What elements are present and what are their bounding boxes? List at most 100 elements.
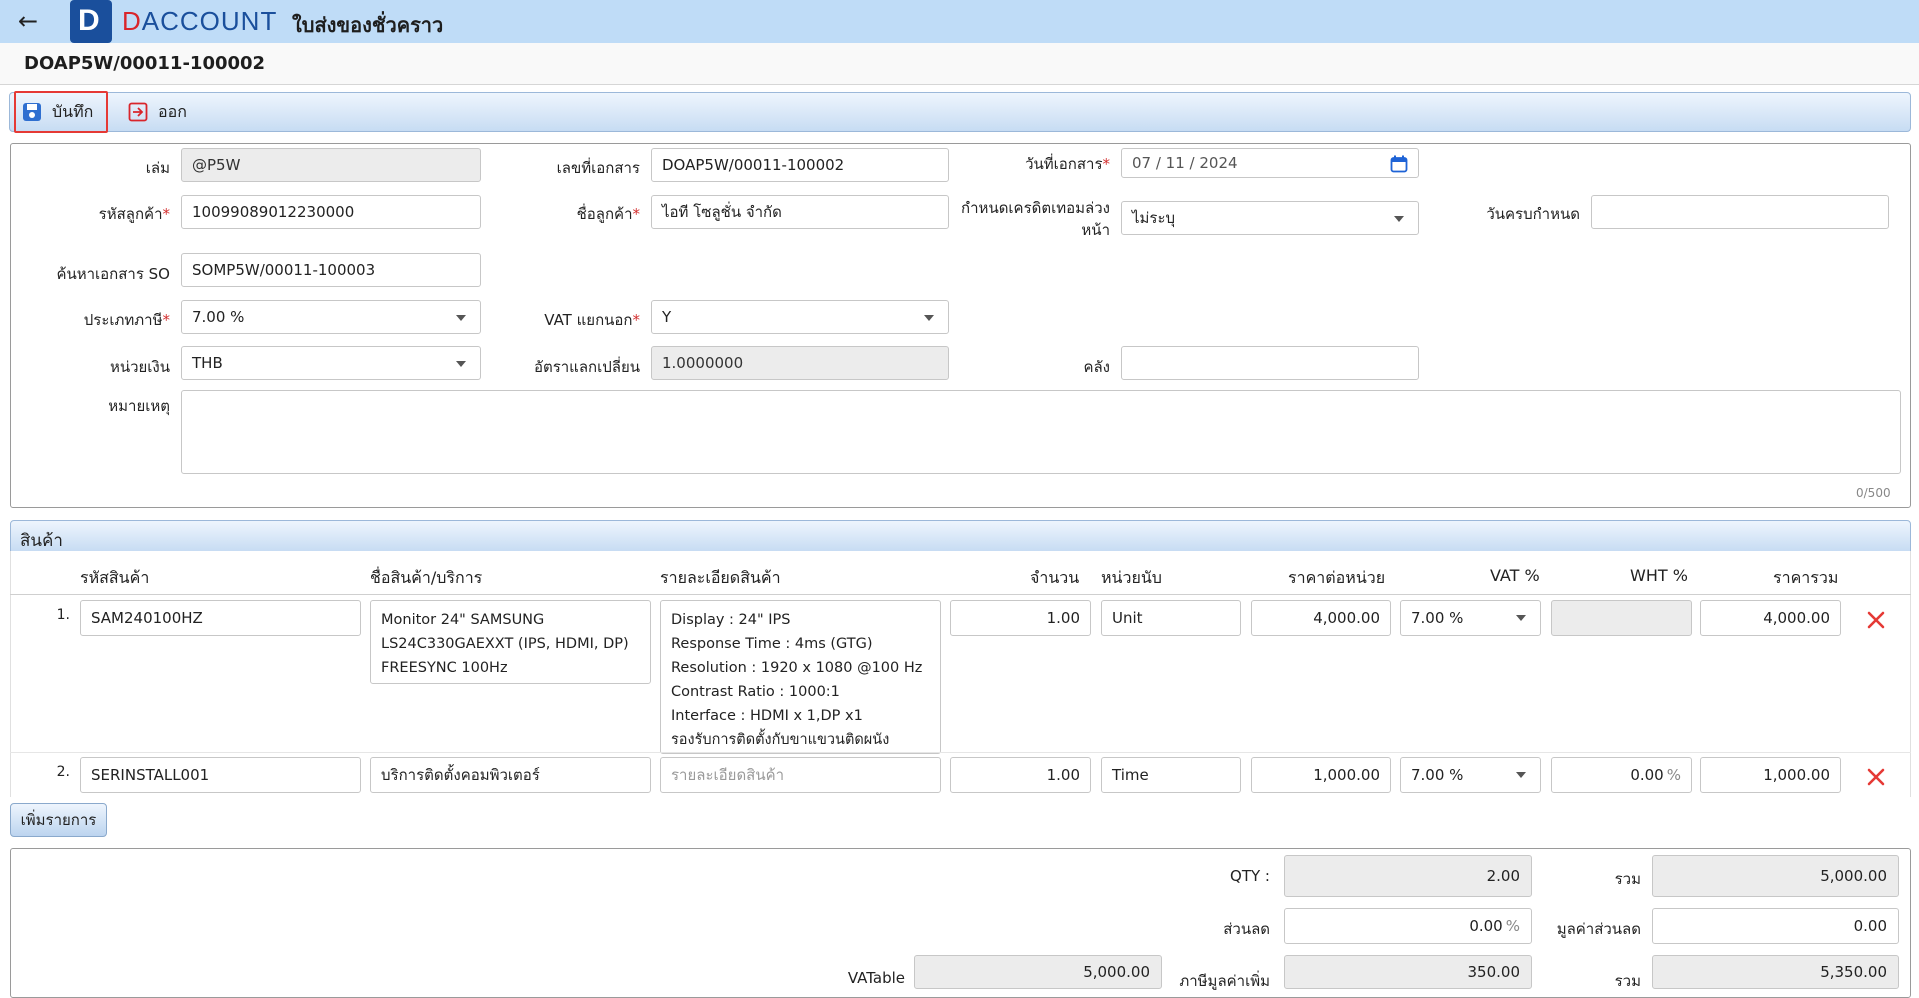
- column-header-unit: หน่วยนับ: [1101, 568, 1162, 587]
- customer-name-field[interactable]: ไอที โซลูชั่น จำกัด: [651, 195, 949, 229]
- vat-separate-label: VAT แยกนอก*: [544, 311, 640, 329]
- unit-price-input[interactable]: 1,000.00: [1251, 757, 1391, 793]
- brand-name: DACCOUNT: [122, 6, 278, 36]
- delete-row-icon[interactable]: [1866, 767, 1886, 787]
- doc-number-label: เลขที่เอกสาร: [556, 159, 640, 177]
- column-header-name: ชื่อสินค้า/บริการ: [370, 568, 483, 587]
- product-detail-line: Resolution : 1920 x 1080 @100 Hz: [671, 660, 923, 676]
- top-bar: [0, 0, 1919, 43]
- vat-select[interactable]: 7.00 %: [1400, 600, 1541, 636]
- column-header-unit-price: ราคาต่อหน่วย: [1288, 568, 1386, 587]
- doc-date-label: วันที่เอกสาร*: [1025, 155, 1110, 173]
- wht-input[interactable]: 0.00%: [1551, 757, 1692, 793]
- currency-select[interactable]: THB: [181, 346, 481, 380]
- qty-total-field[interactable]: 2.00: [1284, 855, 1532, 897]
- credit-term-select[interactable]: ไม่ระบุ: [1121, 201, 1419, 235]
- column-header-wht: WHT %: [1630, 566, 1688, 585]
- column-header-vat: VAT %: [1490, 566, 1540, 585]
- back-arrow-icon[interactable]: ←: [12, 6, 44, 38]
- vat-separate-value: Y: [662, 308, 672, 326]
- products-section-title: สินค้า: [20, 531, 63, 551]
- exchange-rate-field[interactable]: 1.0000000: [651, 346, 949, 380]
- product-detail-line: Display : 24" IPS: [671, 612, 791, 628]
- product-detail-line: Contrast Ratio : 1000:1: [671, 684, 840, 700]
- remark-textarea[interactable]: [181, 390, 1901, 474]
- customer-code-field[interactable]: 10099089012230000: [181, 195, 481, 229]
- chevron-down-icon: [1516, 772, 1526, 778]
- vatable-field[interactable]: 5,000.00: [914, 955, 1162, 989]
- book-field[interactable]: @P5W: [181, 148, 481, 182]
- column-header-qty: จำนวน: [1030, 568, 1080, 587]
- customer-name-label: ชื่อลูกค้า*: [576, 205, 640, 223]
- products-section-header: [10, 520, 1911, 552]
- percent-suffix: %: [1505, 917, 1520, 935]
- product-detail-line: รองรับการติดตั้งกับขาแขวนติดผนัง: [671, 732, 890, 748]
- line-total-field[interactable]: 1,000.00: [1700, 757, 1841, 793]
- due-date-field[interactable]: [1591, 195, 1889, 229]
- quantity-input[interactable]: 1.00: [950, 600, 1091, 636]
- chevron-down-icon: [1394, 216, 1404, 222]
- unit-input[interactable]: Time: [1101, 757, 1241, 793]
- chevron-down-icon: [456, 315, 466, 321]
- so-search-field[interactable]: SOMP5W/00011-100003: [181, 253, 481, 287]
- row-divider: [10, 752, 1911, 753]
- toolbar: บันทึก ออก: [9, 91, 1911, 133]
- doc-number-field[interactable]: DOAP5W/00011-100002: [651, 148, 949, 182]
- vat-amount-label: ภาษีมูลค่าเพิ่ม: [1179, 972, 1270, 990]
- subtotal-field[interactable]: 5,000.00: [1652, 855, 1899, 897]
- vat-amount-field[interactable]: 350.00: [1284, 955, 1532, 989]
- discount-amount-input[interactable]: 0.00: [1652, 908, 1899, 944]
- warehouse-field[interactable]: [1121, 346, 1419, 380]
- discount-value: 0.00: [1469, 917, 1503, 935]
- unit-price-input[interactable]: 4,000.00: [1251, 600, 1391, 636]
- grand-total-label: รวม: [1614, 972, 1641, 990]
- chevron-down-icon: [456, 361, 466, 367]
- table-header-divider: [10, 594, 1911, 595]
- exit-button-label: ออก: [158, 101, 187, 121]
- quantity-input[interactable]: 1.00: [950, 757, 1091, 793]
- currency-value: THB: [192, 354, 223, 372]
- exit-button[interactable]: ออก: [120, 93, 195, 131]
- product-name-input[interactable]: บริการติดตั้งคอมพิวเตอร์: [370, 757, 651, 793]
- product-detail-input[interactable]: Display : 24" IPS Response Time : 4ms (G…: [660, 600, 941, 754]
- wht-value: 0.00: [1630, 766, 1664, 784]
- save-button[interactable]: บันทึก: [14, 91, 108, 133]
- column-header-detail: รายละเอียดสินค้า: [660, 568, 781, 587]
- add-item-button[interactable]: เพิ่มรายการ: [10, 803, 107, 837]
- percent-suffix: %: [1666, 766, 1681, 784]
- tax-type-label: ประเภทภาษี*: [83, 311, 170, 329]
- product-name-input[interactable]: Monitor 24" SAMSUNG LS24C330GAEXXT (IPS,…: [370, 600, 651, 684]
- discount-amount-label: มูลค่าส่วนลด: [1556, 920, 1641, 938]
- tax-type-select[interactable]: 7.00 %: [181, 300, 481, 334]
- product-name-line: FREESYNC 100Hz: [381, 660, 508, 676]
- qty-total-label: QTY :: [1230, 867, 1270, 885]
- vatable-label: VATable: [847, 969, 905, 987]
- book-label: เล่ม: [145, 159, 170, 177]
- document-number-heading: DOAP5W/00011-100002: [24, 53, 266, 74]
- tax-type-value: 7.00 %: [192, 308, 245, 326]
- calendar-icon[interactable]: [1390, 155, 1408, 173]
- grand-total-field[interactable]: 5,350.00: [1652, 955, 1899, 989]
- discount-input[interactable]: 0.00%: [1284, 908, 1532, 944]
- vat-select[interactable]: 7.00 %: [1400, 757, 1541, 793]
- app-logo: D: [70, 0, 112, 43]
- product-detail-line: Interface : HDMI x 1,DP x1: [671, 708, 863, 724]
- unit-input[interactable]: Unit: [1101, 600, 1241, 636]
- product-name-line: LS24C330GAEXXT (IPS, HDMI, DP): [381, 636, 629, 652]
- product-code-input[interactable]: SERINSTALL001: [80, 757, 361, 793]
- subtotal-label: รวม: [1614, 870, 1641, 888]
- remark-char-counter: 0/500: [1856, 486, 1891, 500]
- credit-term-label: กำหนดเครดิตเทอมล่วง หน้า: [961, 199, 1110, 239]
- doc-date-value: 07 / 11 / 2024: [1132, 154, 1238, 172]
- product-name-line: Monitor 24" SAMSUNG: [381, 612, 545, 628]
- line-total-field[interactable]: 4,000.00: [1700, 600, 1841, 636]
- doc-date-field[interactable]: 07 / 11 / 2024: [1121, 148, 1419, 178]
- product-detail-input[interactable]: รายละเอียดสินค้า: [660, 757, 941, 793]
- product-code-input[interactable]: SAM240100HZ: [80, 600, 361, 636]
- wht-input[interactable]: [1551, 600, 1692, 636]
- row-number: 2.: [56, 764, 70, 780]
- delete-row-icon[interactable]: [1866, 610, 1886, 630]
- so-search-label: ค้นหาเอกสาร SO: [56, 265, 170, 283]
- column-header-total: ราคารวม: [1773, 568, 1839, 587]
- vat-separate-select[interactable]: Y: [651, 300, 949, 334]
